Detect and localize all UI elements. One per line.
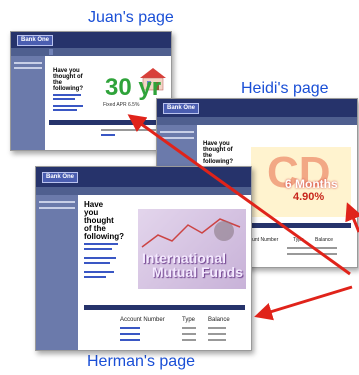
arrow-to-heidi — [345, 202, 359, 233]
arrow-to-herman — [254, 285, 353, 321]
arrow-to-juan — [127, 114, 351, 276]
arrows-overlay — [127, 114, 359, 321]
